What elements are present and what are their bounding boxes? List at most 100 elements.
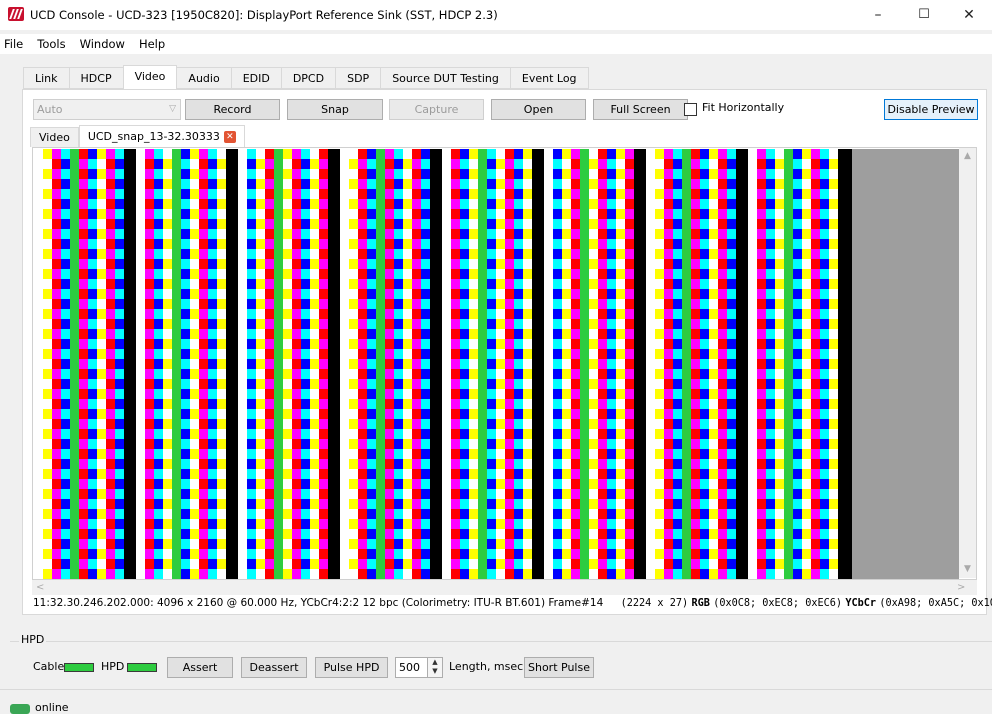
tab-audio[interactable]: Audio — [177, 67, 231, 89]
pattern-cell — [61, 449, 70, 459]
menu-file[interactable]: File — [0, 34, 31, 54]
pattern-cell — [106, 339, 115, 349]
capture-button[interactable]: Capture — [389, 99, 484, 120]
pattern-cell — [460, 169, 469, 179]
pattern-cell — [664, 469, 673, 479]
pattern-cell — [163, 239, 172, 249]
full-screen-button[interactable]: Full Screen — [593, 99, 688, 120]
pattern-cell — [664, 189, 673, 199]
pattern-cell — [553, 219, 562, 229]
tab-dpcd[interactable]: DPCD — [280, 67, 336, 89]
pattern-cell — [190, 479, 199, 489]
tab-event-log[interactable]: Event Log — [509, 67, 589, 89]
pattern-cell — [106, 349, 115, 359]
disable-preview-button[interactable]: Disable Preview — [884, 99, 978, 120]
open-button[interactable]: Open — [491, 99, 586, 120]
pattern-cell — [460, 539, 469, 549]
pattern-cell — [766, 489, 775, 499]
pulse-length-input[interactable]: 500 ▲ ▼ — [395, 657, 443, 678]
video-preview[interactable]: ▲ ▼ — [32, 147, 977, 580]
pattern-cell — [79, 389, 88, 399]
tab-link[interactable]: Link — [23, 67, 69, 89]
pattern-cell — [199, 219, 208, 229]
subtab-video[interactable]: Video — [30, 127, 79, 147]
pattern-cell — [496, 539, 505, 549]
vertical-scrollbar[interactable]: ▲ ▼ — [959, 148, 976, 578]
pattern-cell — [61, 229, 70, 239]
pattern-cell — [469, 269, 478, 279]
pattern-cell — [514, 259, 523, 269]
subtab-snapshot[interactable]: UCD_snap_13-32.30333 ✕ — [78, 125, 245, 147]
assert-button[interactable]: Assert — [167, 657, 233, 678]
short-pulse-button[interactable]: Short Pulse — [524, 657, 594, 678]
pattern-cell — [217, 179, 226, 189]
tab-source-dut-testing[interactable]: Source DUT Testing — [380, 67, 510, 89]
pattern-cell — [190, 419, 199, 429]
pattern-cell — [88, 569, 97, 579]
pattern-cell — [469, 509, 478, 519]
pattern-cell — [52, 419, 61, 429]
scroll-left-icon[interactable]: < — [36, 580, 44, 595]
pattern-cell — [310, 569, 319, 579]
pattern-cell — [265, 569, 274, 579]
pattern-cell — [61, 409, 70, 419]
minimize-button[interactable]: – — [855, 0, 901, 30]
pattern-cell — [553, 459, 562, 469]
pattern-cell — [775, 329, 784, 339]
maximize-button[interactable]: ☐ — [901, 0, 947, 30]
deassert-button[interactable]: Deassert — [241, 657, 307, 678]
pattern-cell — [52, 379, 61, 389]
pattern-cell — [97, 309, 106, 319]
scroll-down-icon[interactable]: ▼ — [959, 561, 976, 578]
pattern-cell — [310, 479, 319, 489]
pattern-cell — [208, 469, 217, 479]
record-button[interactable]: Record — [185, 99, 280, 120]
pattern-cell — [190, 329, 199, 339]
tab-edid[interactable]: EDID — [230, 67, 281, 89]
pattern-cell — [403, 419, 412, 429]
pattern-cell — [757, 189, 766, 199]
pattern-cell — [571, 539, 580, 549]
tab-sdp[interactable]: SDP — [335, 67, 381, 89]
pattern-cell — [319, 369, 328, 379]
pattern-cell — [562, 299, 571, 309]
close-button[interactable]: ✕ — [946, 0, 992, 30]
tab-hdcp[interactable]: HDCP — [68, 67, 123, 89]
mode-select[interactable]: Auto ▽ — [33, 99, 181, 120]
tab-video[interactable]: Video — [122, 65, 178, 89]
pulse-hpd-button[interactable]: Pulse HPD — [315, 657, 388, 678]
pattern-cell — [829, 459, 838, 469]
menu-help[interactable]: Help — [133, 34, 173, 54]
pattern-cell — [292, 389, 301, 399]
pattern-cell — [154, 479, 163, 489]
fit-horizontally-checkbox[interactable] — [684, 103, 697, 116]
close-icon[interactable]: ✕ — [223, 130, 236, 143]
pattern-cell — [514, 379, 523, 389]
pattern-cell — [598, 549, 607, 559]
scroll-right-icon[interactable]: > — [957, 580, 965, 595]
pattern-cell — [766, 409, 775, 419]
pattern-cell — [181, 459, 190, 469]
pattern-cell — [766, 449, 775, 459]
pattern-cell — [811, 559, 820, 569]
pattern-cell — [691, 299, 700, 309]
pattern-cell — [88, 289, 97, 299]
snap-button[interactable]: Snap — [287, 99, 383, 120]
green-bar — [580, 149, 589, 579]
pattern-cell — [301, 499, 310, 509]
menu-tools[interactable]: Tools — [31, 34, 73, 54]
pattern-cell — [217, 569, 226, 579]
horizontal-scrollbar[interactable]: < > — [32, 580, 977, 595]
pattern-cell — [349, 469, 358, 479]
menu-window[interactable]: Window — [74, 34, 133, 54]
pattern-cell — [727, 419, 736, 429]
pattern-cell — [514, 239, 523, 249]
pattern-cell — [385, 149, 394, 159]
pattern-cell — [163, 479, 172, 489]
pattern-cell — [43, 169, 52, 179]
spinner-arrows-icon[interactable]: ▲ ▼ — [427, 658, 442, 677]
scroll-up-icon[interactable]: ▲ — [959, 148, 976, 165]
pattern-cell — [115, 149, 124, 159]
pattern-cell — [775, 419, 784, 429]
pattern-cell — [310, 209, 319, 219]
